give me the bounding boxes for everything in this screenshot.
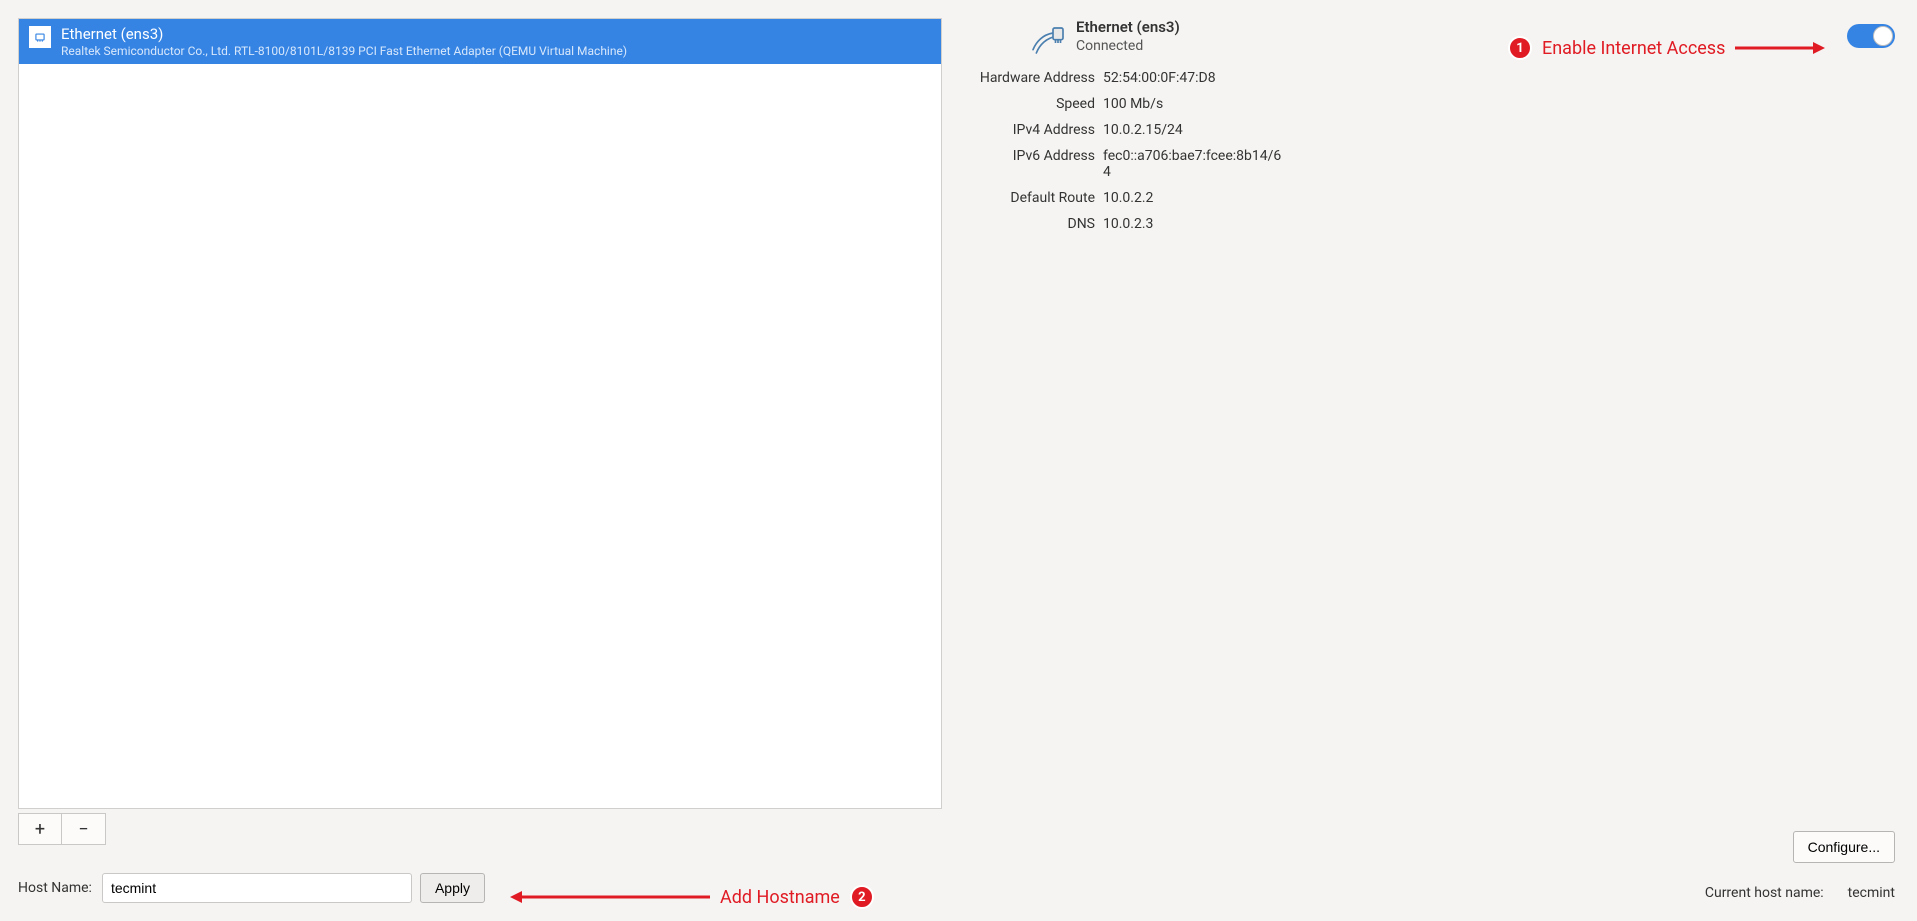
detail-status: Connected: [1076, 38, 1180, 54]
add-device-button[interactable]: +: [18, 813, 62, 845]
ethernet-icon: [29, 26, 51, 48]
detail-header: Ethernet (ens3) Connected: [970, 18, 1895, 58]
ipv6-label: IPv6 Address: [970, 148, 1095, 180]
device-item-ethernet[interactable]: Ethernet (ens3) Realtek Semiconductor Co…: [19, 19, 941, 64]
ethernet-large-icon: [1028, 18, 1068, 58]
current-host-row: Current host name: tecmint: [1705, 885, 1895, 901]
speed-value: 100 Mb/s: [1103, 96, 1283, 112]
hostname-label: Host Name:: [18, 880, 92, 896]
toggle-knob: [1873, 26, 1893, 46]
device-text: Ethernet (ens3) Realtek Semiconductor Co…: [61, 25, 931, 58]
detail-block: Ethernet (ens3) Connected Hardware Addre…: [970, 18, 1895, 232]
list-buttons: + −: [18, 813, 942, 845]
device-subtitle: Realtek Semiconductor Co., Ltd. RTL-8100…: [61, 44, 931, 58]
default-route-label: Default Route: [970, 190, 1095, 206]
device-title: Ethernet (ens3): [61, 25, 931, 43]
toggle-area: [1847, 24, 1895, 48]
hostname-row: Host Name: Apply: [18, 873, 942, 903]
hostname-input[interactable]: [102, 873, 412, 903]
left-panel: Ethernet (ens3) Realtek Semiconductor Co…: [0, 0, 960, 921]
device-list: Ethernet (ens3) Realtek Semiconductor Co…: [18, 18, 942, 809]
device-list-empty-area: [19, 64, 941, 808]
dns-value: 10.0.2.3: [1103, 216, 1283, 232]
dns-label: DNS: [970, 216, 1095, 232]
current-host-value: tecmint: [1848, 885, 1895, 901]
hw-address-value: 52:54:00:0F:47:D8: [1103, 70, 1283, 86]
configure-button[interactable]: Configure...: [1793, 831, 1895, 863]
hw-address-label: Hardware Address: [970, 70, 1095, 86]
ipv4-label: IPv4 Address: [970, 122, 1095, 138]
default-route-value: 10.0.2.2: [1103, 190, 1283, 206]
ipv4-value: 10.0.2.15/24: [1103, 122, 1283, 138]
remove-device-button[interactable]: −: [62, 813, 106, 845]
detail-title: Ethernet (ens3): [1076, 18, 1180, 36]
right-panel: Ethernet (ens3) Connected Hardware Addre…: [960, 0, 1917, 921]
detail-grid: Hardware Address 52:54:00:0F:47:D8 Speed…: [970, 70, 1895, 232]
enable-connection-toggle[interactable]: [1847, 24, 1895, 48]
ipv6-value: fec0::a706:bae7:fcee:8b14/64: [1103, 148, 1283, 180]
current-host-label: Current host name:: [1705, 885, 1824, 901]
apply-button[interactable]: Apply: [420, 873, 485, 903]
speed-label: Speed: [970, 96, 1095, 112]
